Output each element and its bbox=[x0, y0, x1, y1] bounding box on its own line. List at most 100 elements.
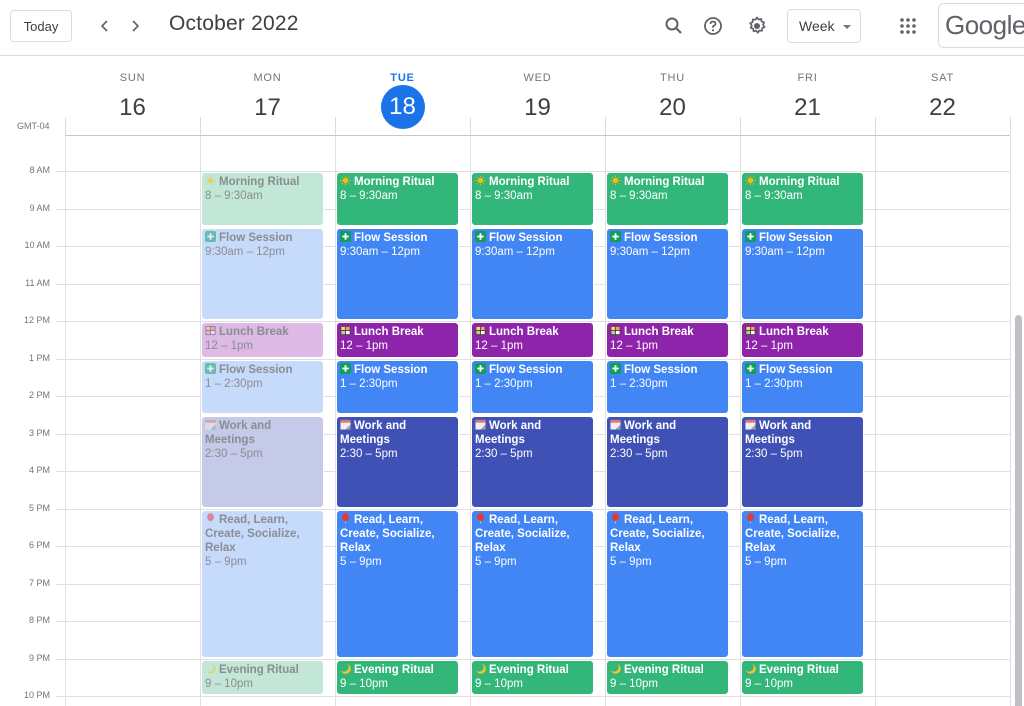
event-work[interactable]: Work and Meetings 2:30 – 5pm bbox=[336, 415, 459, 508]
event-morning[interactable]: Morning Ritual 8 – 9:30am bbox=[471, 172, 594, 227]
event-time: 9:30am – 12pm bbox=[340, 246, 420, 259]
event-flow[interactable]: Flow Session 1 – 2:30pm bbox=[201, 359, 324, 414]
day-header-fri[interactable]: FRI 21 bbox=[740, 70, 875, 134]
help-icon bbox=[704, 17, 722, 35]
event-evening[interactable]: Evening Ritual 9 – 10pm bbox=[471, 659, 594, 695]
help-button[interactable] bbox=[699, 12, 727, 40]
event-lunch[interactable]: Lunch Break 12 – 1pm bbox=[471, 322, 594, 358]
event-title: Lunch Break bbox=[205, 325, 320, 339]
event-time: 2:30 – 5pm bbox=[205, 447, 263, 460]
event-evening[interactable]: Evening Ritual 9 – 10pm bbox=[336, 659, 459, 695]
next-week-button[interactable] bbox=[121, 12, 149, 40]
date-number[interactable]: 21 bbox=[786, 90, 830, 134]
event-title-text: Lunch Break bbox=[624, 326, 694, 338]
event-read[interactable]: Read, Learn, Create, Socialize, Relax 5 –… bbox=[741, 509, 864, 658]
day-column-divider bbox=[875, 136, 876, 706]
vertical-scrollbar[interactable] bbox=[1015, 315, 1022, 706]
header-column-divider bbox=[1010, 117, 1011, 135]
event-flow[interactable]: Flow Session 1 – 2:30pm bbox=[741, 359, 864, 414]
event-work[interactable]: Work and Meetings 2:30 – 5pm bbox=[471, 415, 594, 508]
day-header-tue[interactable]: TUE 18 bbox=[335, 70, 470, 129]
event-evening[interactable]: Evening Ritual 9 – 10pm bbox=[741, 659, 864, 695]
event-title-text: Flow Session bbox=[489, 363, 563, 376]
event-title-text: Read, Learn, Create, Socialize, Relax bbox=[745, 513, 840, 554]
event-work[interactable]: Work and Meetings 2:30 – 5pm bbox=[201, 415, 324, 508]
view-selector[interactable]: Week bbox=[787, 9, 861, 43]
calendar-icon bbox=[340, 419, 351, 430]
event-time: 8 – 9:30am bbox=[340, 190, 398, 202]
hour-label: 3 PM bbox=[28, 427, 50, 438]
event-read[interactable]: Read, Learn, Create, Socialize, Relax 5 –… bbox=[201, 509, 324, 658]
day-header-thu[interactable]: THU 20 bbox=[605, 70, 740, 134]
sparkle-plus-icon bbox=[475, 231, 486, 243]
event-flow[interactable]: Flow Session 1 – 2:30pm bbox=[336, 359, 459, 414]
event-time: 12 – 1pm bbox=[205, 340, 253, 352]
event-lunch[interactable]: Lunch Break 12 – 1pm bbox=[606, 322, 729, 358]
top-bar: Today October 2022 Week Google bbox=[0, 0, 1024, 56]
day-header-wed[interactable]: WED 19 bbox=[470, 70, 605, 134]
event-title: Evening Ritual bbox=[340, 663, 455, 677]
event-time: 9:30am – 12pm bbox=[745, 246, 825, 259]
event-work[interactable]: Work and Meetings 2:30 – 5pm bbox=[741, 415, 864, 508]
event-morning[interactable]: Morning Ritual 8 – 9:30am bbox=[606, 172, 729, 227]
event-time: 1 – 2:30pm bbox=[610, 377, 668, 390]
event-title-text: Read, Learn, Create, Socialize, Relax bbox=[205, 513, 300, 554]
event-time: 9:30am – 12pm bbox=[205, 246, 285, 259]
event-lunch[interactable]: Lunch Break 12 – 1pm bbox=[201, 322, 324, 358]
hour-label: 9 AM bbox=[29, 202, 50, 213]
bento-icon bbox=[475, 325, 486, 336]
event-flow[interactable]: Flow Session 9:30am – 12pm bbox=[471, 228, 594, 320]
sparkle-plus-icon bbox=[610, 231, 621, 243]
event-time: 8 – 9:30am bbox=[475, 190, 533, 202]
event-read[interactable]: Read, Learn, Create, Socialize, Relax 5 –… bbox=[606, 509, 729, 658]
event-title-text: Flow Session bbox=[354, 363, 428, 376]
event-read[interactable]: Read, Learn, Create, Socialize, Relax 5 –… bbox=[471, 509, 594, 658]
event-morning[interactable]: Morning Ritual 8 – 9:30am bbox=[201, 172, 324, 227]
day-header-sun[interactable]: SUN 16 bbox=[65, 70, 200, 134]
day-header-sat[interactable]: SAT 22 bbox=[875, 70, 1010, 134]
day-header-mon[interactable]: MON 17 bbox=[200, 70, 335, 134]
event-flow[interactable]: Flow Session 9:30am – 12pm bbox=[201, 228, 324, 320]
event-flow[interactable]: Flow Session 1 – 2:30pm bbox=[471, 359, 594, 414]
date-number[interactable]: 20 bbox=[651, 90, 695, 134]
event-title-text: Flow Session bbox=[759, 232, 833, 245]
date-number[interactable]: 17 bbox=[246, 90, 290, 134]
event-flow[interactable]: Flow Session 9:30am – 12pm bbox=[741, 228, 864, 320]
event-time: 1 – 2:30pm bbox=[205, 377, 263, 390]
hour-label: 6 PM bbox=[28, 540, 50, 550]
hour-label: 2 PM bbox=[28, 390, 50, 400]
date-number[interactable]: 16 bbox=[111, 90, 155, 134]
event-title: Morning Ritual bbox=[205, 175, 320, 189]
google-apps-button[interactable] bbox=[894, 12, 922, 40]
event-lunch[interactable]: Lunch Break 12 – 1pm bbox=[336, 322, 459, 358]
event-flow[interactable]: Flow Session 1 – 2:30pm bbox=[606, 359, 729, 414]
header-column-divider bbox=[875, 117, 876, 135]
event-time: 1 – 2:30pm bbox=[475, 377, 533, 390]
google-account-logo[interactable]: Google bbox=[938, 3, 1024, 48]
event-work[interactable]: Work and Meetings 2:30 – 5pm bbox=[606, 415, 729, 508]
event-time: 1 – 2:30pm bbox=[745, 377, 803, 390]
event-title-text: Evening Ritual bbox=[354, 663, 434, 676]
event-lunch[interactable]: Lunch Break 12 – 1pm bbox=[741, 322, 864, 358]
event-flow[interactable]: Flow Session 9:30am – 12pm bbox=[336, 228, 459, 320]
date-number[interactable]: 19 bbox=[516, 90, 560, 134]
previous-week-button[interactable] bbox=[91, 12, 119, 40]
event-title: Flow Session bbox=[340, 231, 455, 245]
event-time: 2:30 – 5pm bbox=[475, 447, 533, 460]
hour-label: 12 PM bbox=[23, 315, 50, 325]
event-title-text: Lunch Break bbox=[489, 326, 559, 338]
settings-button[interactable] bbox=[743, 12, 771, 40]
event-morning[interactable]: Morning Ritual 8 – 9:30am bbox=[336, 172, 459, 227]
event-evening[interactable]: Evening Ritual 9 – 10pm bbox=[606, 659, 729, 695]
today-button[interactable]: Today bbox=[10, 10, 72, 42]
today-date-number[interactable]: 18 bbox=[380, 85, 425, 129]
date-number[interactable]: 22 bbox=[921, 90, 965, 134]
search-button[interactable] bbox=[660, 12, 688, 40]
event-morning[interactable]: Morning Ritual 8 – 9:30am bbox=[741, 172, 864, 227]
week-grid[interactable]: 8 AM 9 AM 10 AM 11 AM 12 PM 1 PM 2 PM 3 PM 4 PM 5… bbox=[0, 136, 1024, 706]
event-flow[interactable]: Flow Session 9:30am – 12pm bbox=[606, 228, 729, 320]
event-read[interactable]: Read, Learn, Create, Socialize, Relax 5 –… bbox=[336, 509, 459, 658]
day-of-week-label: WED bbox=[523, 72, 552, 84]
event-evening[interactable]: Evening Ritual 9 – 10pm bbox=[201, 659, 324, 695]
event-title-text: Lunch Break bbox=[219, 326, 289, 338]
